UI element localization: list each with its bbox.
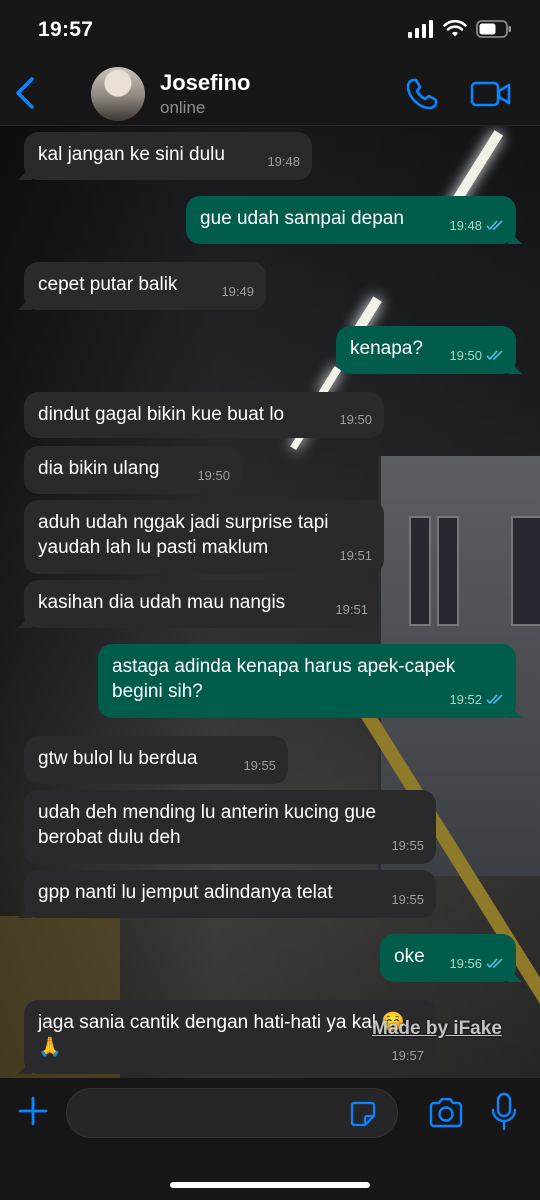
home-indicator [170,1182,370,1188]
message-time: 19:50 [449,348,482,363]
chat-area[interactable]: kal jangan ke sini dulu 19:48 gue udah s… [0,126,540,1078]
message-input[interactable] [66,1088,398,1138]
back-chevron-icon[interactable] [12,76,38,110]
message-meta: 19:57 [391,1043,424,1068]
message-meta: 19:50 [197,463,230,488]
microphone-icon[interactable] [491,1092,517,1132]
double-check-icon [486,958,503,969]
chat-header: Josefino online [0,60,540,126]
status-time: 19:57 [38,18,94,41]
camera-icon[interactable] [428,1098,464,1128]
message-text: udah deh mending lu anterin kucing gue b… [38,802,377,848]
plus-icon[interactable] [18,1096,48,1126]
message-meta: 19:50 [449,343,504,368]
message-bubble-incoming[interactable]: kal jangan ke sini dulu 19:48 [18,132,312,180]
message-meta: 19:56 [449,951,504,976]
message-time: 19:48 [267,154,300,169]
message-time: 19:51 [335,602,368,617]
message-meta: 19:51 [335,597,368,622]
message-bubble-incoming[interactable]: gpp nanti lu jemput adindanya telat 19:5… [18,870,436,918]
battery-icon [476,20,511,38]
message-text: astaga adinda kenapa harus apek-capek be… [112,656,456,702]
message-text: aduh udah nggak jadi surprise tapi yauda… [38,512,329,558]
message-time: 19:55 [391,838,424,853]
message-meta: 19:55 [391,887,424,912]
message-text: dindut gagal bikin kue buat lo [38,404,285,425]
message-bubble-incoming[interactable]: dindut gagal bikin kue buat lo 19:50 [24,392,384,438]
message-text: gpp nanti lu jemput adindanya telat [38,882,333,903]
message-bubble-outgoing[interactable]: gue udah sampai depan 19:48 [186,196,522,244]
message-bubble-outgoing[interactable]: kenapa? 19:50 [336,326,522,374]
message-time: 19:55 [243,758,276,773]
status-icons [408,20,512,38]
message-text: gtw bulol lu berdua [38,748,198,769]
message-time: 19:52 [449,692,482,707]
message-bubble-incoming[interactable]: gtw bulol lu berdua 19:55 [24,736,288,784]
message-bubble-incoming[interactable]: aduh udah nggak jadi surprise tapi yauda… [24,500,384,574]
message-meta: 19:52 [449,687,504,712]
message-bubble-outgoing[interactable]: astaga adinda kenapa harus apek-capek be… [98,644,522,718]
message-time: 19:56 [449,956,482,971]
message-time: 19:57 [391,1048,424,1063]
message-input-bar [0,1078,540,1200]
message-time: 19:51 [339,548,372,563]
message-bubble-incoming[interactable]: kasihan dia udah mau nangis 19:51 [18,580,380,628]
message-time: 19:49 [221,284,254,299]
message-meta: 19:51 [339,543,372,568]
message-meta: 19:50 [339,407,372,432]
avatar[interactable] [91,67,145,121]
contact-name[interactable]: Josefino [160,70,250,96]
message-text: cepet putar balik [38,274,178,295]
message-time: 19:55 [391,892,424,907]
double-check-icon [486,350,503,361]
wifi-icon [443,20,467,37]
message-bubble-incoming[interactable]: udah deh mending lu anterin kucing gue b… [24,790,436,864]
video-camera-icon[interactable] [470,78,512,110]
message-meta: 19:49 [221,279,254,304]
double-check-icon [486,220,503,231]
sticker-icon[interactable] [350,1101,376,1127]
message-text: kal jangan ke sini dulu [38,144,225,165]
double-check-icon [486,694,503,705]
message-meta: 19:48 [449,213,504,238]
message-meta: 19:55 [243,753,276,778]
message-time: 19:48 [449,218,482,233]
message-bubble-outgoing[interactable]: oke 19:56 [380,934,522,982]
signal-icon [408,20,433,38]
message-text: kasihan dia udah mau nangis [38,592,286,613]
message-bubble-incoming[interactable]: dia bikin ulang 19:50 [24,446,242,494]
message-bubble-incoming[interactable]: cepet putar balik 19:49 [18,262,266,310]
message-text: jaga sania cantik dengan hati-hati ya ka… [38,1012,405,1058]
message-meta: 19:55 [391,833,424,858]
phone-icon[interactable] [404,76,440,112]
message-time: 19:50 [197,468,230,483]
status-bar: 19:57 [0,0,540,60]
message-time: 19:50 [339,412,372,427]
watermark: Made by iFake [372,1018,502,1039]
contact-status: online [160,98,206,117]
message-meta: 19:48 [267,149,300,174]
